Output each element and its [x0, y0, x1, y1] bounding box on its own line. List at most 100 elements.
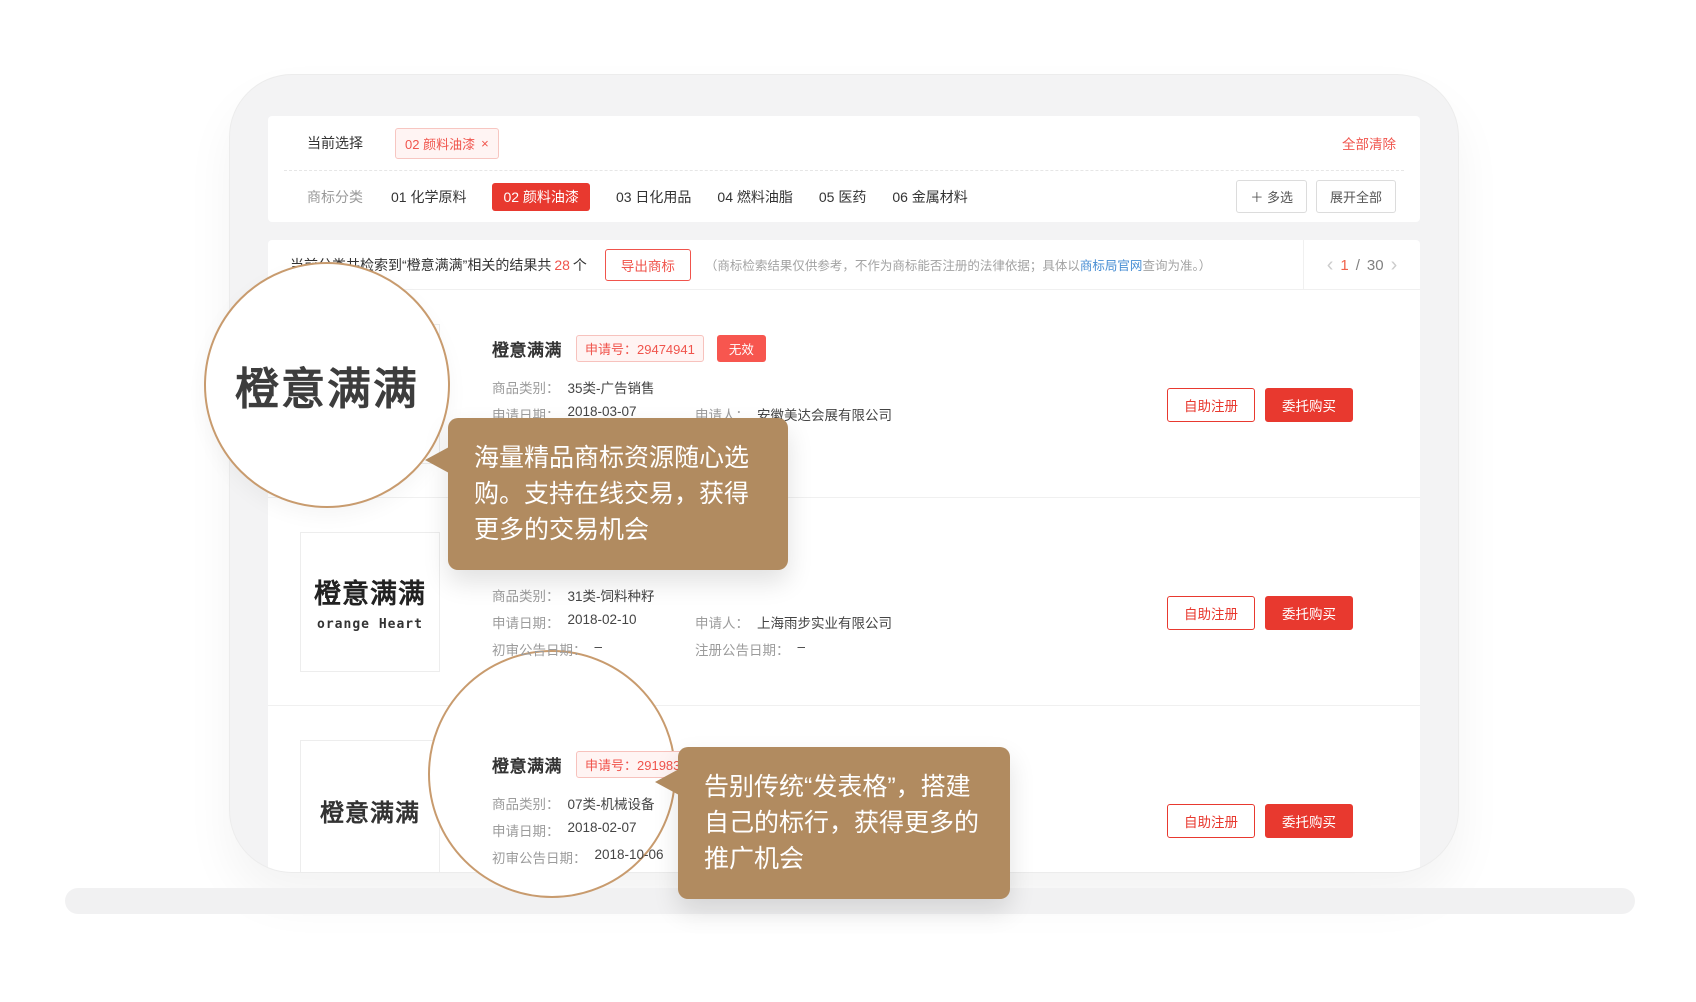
current-selection-row: 当前选择 02 颜料油漆 × 全部清除	[268, 116, 1420, 170]
field-value: 35类-广告销售	[568, 377, 655, 395]
row-actions: 自助注册 委托购买	[1167, 596, 1353, 630]
field-label: 商品类别：	[492, 793, 560, 811]
magnified-trademark-text: 橙意满满	[235, 353, 419, 417]
export-trademarks-button[interactable]: 导出商标	[605, 249, 691, 281]
field-value: 2018-10-06	[595, 847, 664, 865]
field-value: 2018-02-10	[568, 612, 637, 630]
category-item[interactable]: 02 颜料油漆	[492, 183, 589, 211]
category-item[interactable]: 01 化学原料	[391, 189, 466, 205]
results-count: 28	[554, 257, 570, 273]
trademark-field: 申请日期： 2018-02-07	[492, 820, 637, 838]
trademark-fields: 商品类别： 31类-饲料种籽申请日期： 2018-02-10 申请人： 上海雨步实业有限…	[492, 585, 892, 657]
application-number-tag: 申请号：29474941	[576, 335, 704, 362]
trademark-field: 申请人： 上海雨步实业有限公司	[695, 612, 892, 630]
entrust-purchase-button[interactable]: 委托购买	[1265, 804, 1353, 838]
category-label: 商标分类	[307, 187, 363, 207]
trademark-info: 橙意满满 申请号：29474941 无效 商品类别：35类-广告销售申请日期：2…	[492, 336, 892, 431]
tooltip-marketplace: 海量精品商标资源随心选购。支持在线交易，获得更多的交易机会	[448, 418, 788, 570]
tooltip-line: 推广机会	[704, 841, 984, 877]
field-value: –	[798, 639, 806, 657]
category-item[interactable]: 04 燃料油脂	[717, 189, 792, 205]
row-actions: 自助注册 委托购买	[1167, 388, 1353, 422]
field-label: 申请日期：	[492, 820, 560, 838]
field-value: 上海雨步实业有限公司	[757, 612, 892, 630]
tooltip-promotion: 告别传统“发表格”，搭建自己的标行，获得更多的推广机会	[678, 747, 1010, 899]
category-row: 商标分类 01 化学原料 02 颜料油漆 03 日化用品 04 燃料油脂 05 医药 06…	[268, 171, 1420, 222]
clear-all-link[interactable]: 全部清除	[1342, 133, 1396, 153]
remove-filter-icon[interactable]: ×	[481, 137, 489, 150]
row-actions: 自助注册 委托购买	[1167, 804, 1353, 838]
trademark-name: 橙意满满	[492, 336, 562, 361]
field-label: 申请人：	[695, 612, 749, 630]
tooltip-arrow-icon	[425, 447, 449, 473]
trademark-field-line: 初审公告日期：–注册公告日期：–	[492, 639, 892, 657]
selected-filter-tag[interactable]: 02 颜料油漆 ×	[395, 128, 499, 159]
current-page: 1	[1340, 257, 1348, 274]
self-register-button[interactable]: 自助注册	[1167, 804, 1255, 838]
field-value: 31类-饲料种籽	[568, 585, 655, 603]
trademark-field-line: 商品类别： 35类-广告销售	[492, 377, 892, 395]
tooltip-arrow-icon	[655, 769, 679, 795]
trademark-result-row: 橙意满满orange Heart 橙意满满 申请号：29482153 已注册 商…	[268, 498, 1420, 706]
trademark-fields: 商品类别：35类-广告销售申请日期：2018-03-07申请人：安徽美达会展有限…	[492, 377, 892, 422]
tooltip-line: 购。支持在线交易，获得	[474, 476, 762, 512]
trademark-field: 商品类别：07类-机械设备	[492, 793, 655, 811]
trademark-field-line: 初审公告日期： 2018-10-06	[492, 847, 704, 865]
status-badge: 无效	[717, 335, 766, 362]
pagination: ‹ 1 / 30 ›	[1303, 240, 1420, 290]
trademark-field: 商品类别： 31类-饲料种籽	[492, 585, 655, 603]
trademark-field: 初审公告日期：–	[492, 639, 695, 657]
trademark-field-line: 申请日期： 2018-02-07	[492, 820, 704, 838]
trademark-name: 橙意满满	[492, 752, 562, 777]
self-register-button[interactable]: 自助注册	[1167, 388, 1255, 422]
tooltip-line: 告别传统“发表格”，搭建	[704, 769, 984, 805]
next-page-icon[interactable]: ›	[1391, 255, 1398, 275]
trademark-title-line: 橙意满满 申请号：29474941 无效	[492, 336, 892, 360]
page: 当前选择 02 颜料油漆 × 全部清除 商标分类 01 化学原料02 颜料油漆0…	[0, 0, 1696, 1002]
trademark-image[interactable]: 橙意满满	[300, 740, 440, 872]
trademark-field: 商品类别： 35类-广告销售	[492, 377, 655, 395]
trademark-field-line: 商品类别： 31类-饲料种籽	[492, 585, 892, 603]
category-item[interactable]: 03 日化用品	[616, 189, 691, 205]
total-pages: 30	[1367, 257, 1384, 274]
trademark-field-line: 申请日期： 2018-02-10 申请人： 上海雨步实业有限公司	[492, 612, 892, 630]
trademark-field-line: 商品类别：07类-机械设备	[492, 793, 704, 811]
trademark-office-link[interactable]: 商标局官网	[1080, 259, 1143, 273]
field-label: 商品类别：	[492, 377, 560, 395]
trademark-field: 注册公告日期：–	[695, 639, 805, 657]
current-selection-label: 当前选择	[307, 133, 363, 153]
trademark-field: 申请日期： 2018-02-10	[492, 612, 695, 630]
prev-page-icon[interactable]: ‹	[1327, 255, 1334, 275]
trademark-image-text: 橙意满满	[314, 572, 426, 611]
trademark-fields: 商品类别：07类-机械设备申请日期： 2018-02-07 初审公告日期： 2018-…	[492, 793, 704, 865]
results-header: 当前分类共检索到“橙意满满”相关的结果共28个 导出商标 （商标检索结果仅供参考…	[268, 240, 1420, 290]
trademark-field: 初审公告日期： 2018-10-06	[492, 847, 664, 865]
multi-select-button[interactable]: ＋ 多选	[1236, 180, 1307, 213]
tooltip-line: 更多的交易机会	[474, 512, 762, 548]
selected-filter-tag-label: 02 颜料油漆	[405, 134, 475, 153]
tooltip-promotion-text: 告别传统“发表格”，搭建自己的标行，获得更多的推广机会	[704, 769, 984, 877]
trademark-image[interactable]: 橙意满满 orange Heart	[300, 532, 440, 672]
field-label: 商品类别：	[492, 585, 560, 603]
category-item[interactable]: 06 金属材料	[892, 189, 967, 205]
trademark-image-subtext: orange Heart	[317, 617, 423, 632]
field-label: 注册公告日期：	[695, 639, 790, 657]
tooltip-line: 海量精品商标资源随心选	[474, 440, 762, 476]
entrust-purchase-button[interactable]: 委托购买	[1265, 596, 1353, 630]
self-register-button[interactable]: 自助注册	[1167, 596, 1255, 630]
tooltip-marketplace-text: 海量精品商标资源随心选购。支持在线交易，获得更多的交易机会	[474, 440, 762, 548]
field-value: –	[595, 639, 603, 657]
entrust-purchase-button[interactable]: 委托购买	[1265, 388, 1353, 422]
page-separator: /	[1356, 257, 1360, 274]
category-list: 01 化学原料02 颜料油漆03 日化用品04 燃料油脂05 医药06 金属材料	[391, 187, 994, 207]
tooltip-line: 自己的标行，获得更多的	[704, 805, 984, 841]
field-label: 初审公告日期：	[492, 847, 587, 865]
filter-card: 当前选择 02 颜料油漆 × 全部清除 商标分类 01 化学原料02 颜料油漆0…	[268, 116, 1420, 222]
trademark-image-text: 橙意满满	[320, 793, 420, 828]
field-label: 申请日期：	[492, 612, 560, 630]
category-item[interactable]: 05 医药	[819, 189, 866, 205]
field-label: 初审公告日期：	[492, 639, 587, 657]
field-value: 2018-02-07	[568, 820, 637, 838]
category-tools: ＋ 多选 展开全部	[1236, 180, 1396, 213]
expand-all-button[interactable]: 展开全部	[1316, 180, 1396, 213]
